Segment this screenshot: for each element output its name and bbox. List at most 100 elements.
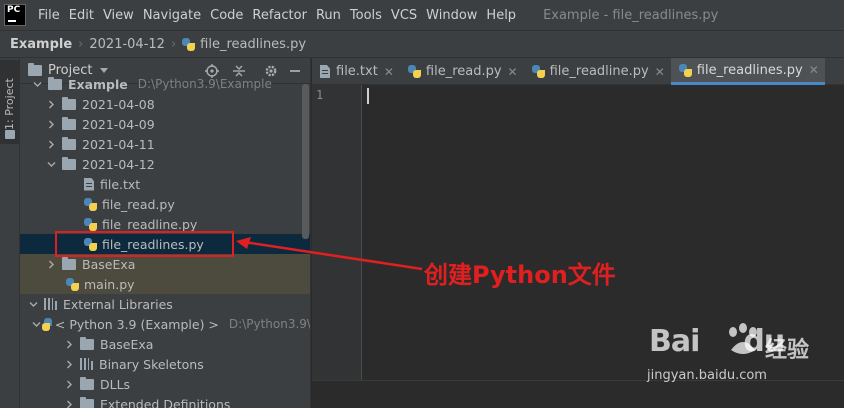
editor-tab-bar: file.txt ✕ file_read.py ✕ file_readline.… [312, 58, 844, 85]
tree-row-external-libraries[interactable]: External Libraries [20, 294, 310, 314]
project-tool-tab-label: 1: Project [3, 78, 16, 130]
tree-label: External Libraries [63, 296, 173, 312]
line-number: 1 [316, 88, 324, 102]
chevron-right-icon [46, 99, 56, 109]
tree-label: Extended Definitions [100, 396, 231, 408]
menu-tools[interactable]: Tools [346, 8, 386, 23]
editor-tab-label: file_readline.py [549, 64, 649, 79]
tree-row-folder[interactable]: BaseExa [20, 334, 310, 354]
breadcrumb-file[interactable]: file_readlines.py [182, 37, 306, 52]
tree-scrollbar[interactable] [302, 84, 309, 239]
tree-row-folder[interactable]: Extended Definitions [20, 394, 310, 408]
paw-icon [729, 323, 757, 354]
breadcrumb-separator-icon: › [170, 36, 177, 52]
menu-bar: PC File Edit View Navigate Code Refactor… [0, 0, 844, 30]
annotation-arrow-icon [236, 237, 423, 271]
menu-help[interactable]: Help [482, 8, 520, 23]
python-file-icon [407, 65, 421, 78]
chevron-right-icon [64, 339, 74, 349]
chevron-down-icon [28, 299, 38, 309]
baidu-watermark: Bai du 经验 jingyan.baidu.com [645, 316, 835, 386]
tree-label: file.txt [100, 176, 141, 192]
editor-tab[interactable]: file_readline.py ✕ [524, 58, 671, 85]
tree-label: file_readline.py [102, 216, 198, 232]
chevron-right-icon [46, 139, 56, 149]
menu-view[interactable]: View [99, 8, 138, 23]
pycharm-logo-icon[interactable]: PC [4, 4, 26, 26]
tree-label: Binary Skeletons [99, 356, 204, 372]
python-file-icon [182, 37, 196, 51]
tree-row-folder[interactable]: 2021-04-08 [20, 94, 310, 114]
window-title: Example - file_readlines.py [543, 7, 719, 23]
editor-tab[interactable]: file_read.py ✕ [400, 58, 524, 85]
editor-tab-active[interactable]: file_readlines.py ✕ [670, 58, 825, 85]
python-file-icon [84, 217, 97, 231]
tree-label: 2021-04-12 [82, 156, 155, 172]
chevron-down-icon [100, 68, 109, 73]
tree-row-folder[interactable]: DLLs [20, 374, 310, 394]
python-file-icon [678, 63, 692, 77]
editor-tab[interactable]: file.txt ✕ [312, 58, 400, 85]
close-icon[interactable]: ✕ [384, 65, 394, 79]
chevron-down-icon [32, 79, 42, 89]
close-icon[interactable]: ✕ [655, 65, 665, 79]
python-file-icon [84, 197, 97, 211]
tree-hint: D:\Python3.9\ [228, 317, 311, 331]
library-icon [44, 298, 57, 310]
chevron-right-icon [46, 259, 56, 269]
menu-vcs[interactable]: VCS [387, 8, 421, 23]
menu-file[interactable]: File [34, 8, 64, 23]
text-file-icon [320, 65, 330, 78]
tree-row-file[interactable]: main.py [20, 274, 310, 294]
folder-icon [80, 336, 94, 350]
python-icon [41, 317, 52, 331]
watermark-url: jingyan.baidu.com [647, 368, 767, 383]
python-file-icon [531, 65, 545, 78]
tree-row-folder[interactable]: 2021-04-11 [20, 134, 310, 154]
close-icon[interactable]: ✕ [809, 63, 819, 77]
breadcrumb: Example › 2021-04-12 › file_readlines.py [0, 30, 844, 58]
chevron-down-icon [32, 319, 41, 329]
watermark-cn: 经验 [765, 338, 810, 363]
folder-icon [62, 116, 76, 130]
project-tool-tab[interactable]: 1: Project [0, 60, 20, 144]
tree-label: 2021-04-09 [82, 116, 155, 132]
menu-refactor[interactable]: Refactor [248, 8, 311, 23]
menu-code[interactable]: Code [206, 8, 247, 23]
editor-tab-label: file_read.py [425, 64, 502, 79]
menu-window[interactable]: Window [422, 8, 481, 23]
tree-label: BaseExa [82, 256, 136, 272]
tree-hint: D:\Python3.9\Example [137, 77, 272, 91]
annotation-highlight-box [55, 231, 234, 257]
tree-row-file[interactable]: file_read.py [20, 194, 310, 214]
menu-edit[interactable]: Edit [65, 8, 98, 23]
tree-row-folder[interactable]: 2021-04-12 [20, 154, 310, 174]
tree-label: 2021-04-08 [82, 96, 155, 112]
tree-row-library[interactable]: Binary Skeletons [20, 354, 310, 374]
tree-row-python-sdk[interactable]: < Python 3.9 (Example) > D:\Python3.9\ [20, 314, 311, 334]
folder-icon [62, 96, 76, 110]
tree-row-file[interactable]: file.txt [20, 174, 310, 194]
folder-icon [80, 396, 94, 408]
menu-run[interactable]: Run [312, 8, 345, 23]
breadcrumb-separator-icon: › [78, 36, 84, 52]
tree-label: file_read.py [102, 196, 175, 212]
text-file-icon [84, 177, 94, 191]
folder-icon [62, 156, 76, 170]
editor-tab-label: file.txt [336, 64, 378, 79]
tree-row-project-root[interactable]: Example D:\Python3.9\Example [20, 74, 310, 94]
breadcrumb-project[interactable]: Example [10, 37, 72, 52]
close-icon[interactable]: ✕ [508, 65, 518, 79]
text-caret [367, 88, 369, 104]
menu-navigate[interactable]: Navigate [139, 8, 205, 23]
editor-tab-label: file_readlines.py [696, 62, 803, 78]
folder-icon [80, 376, 94, 390]
breadcrumb-folder[interactable]: 2021-04-12 [89, 37, 165, 52]
watermark-brand: Bai du [649, 324, 785, 359]
breadcrumb-file-label: file_readlines.py [200, 36, 307, 52]
tree-label: main.py [84, 276, 135, 292]
chevron-right-icon [46, 119, 56, 129]
folder-icon [62, 136, 76, 150]
folder-icon [62, 256, 76, 270]
tree-row-folder[interactable]: 2021-04-09 [20, 114, 310, 134]
